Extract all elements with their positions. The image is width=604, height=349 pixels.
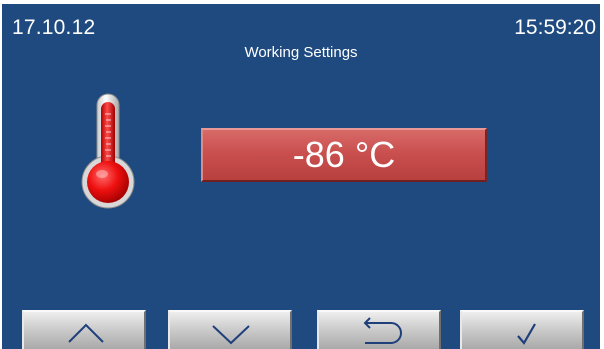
down-button[interactable] bbox=[168, 310, 292, 349]
thermometer-icon bbox=[78, 92, 144, 210]
confirm-button[interactable] bbox=[460, 310, 584, 349]
chevron-up-icon bbox=[68, 323, 104, 343]
temperature-value: -86 °C bbox=[292, 134, 396, 175]
screen: 17.10.12 15:59:20 Working Settings -86 °… bbox=[2, 4, 600, 349]
time-display: 15:59:20 bbox=[514, 16, 596, 39]
checkmark-icon bbox=[517, 323, 536, 345]
up-button[interactable] bbox=[22, 310, 146, 349]
page-title: Working Settings bbox=[244, 44, 358, 61]
return-arrow-icon bbox=[363, 317, 402, 344]
chevron-down-icon bbox=[212, 325, 250, 345]
button-bar bbox=[2, 304, 600, 349]
temperature-value-display[interactable]: -86 °C bbox=[201, 128, 487, 182]
date-display: 17.10.12 bbox=[12, 16, 96, 39]
back-button[interactable] bbox=[317, 310, 441, 349]
